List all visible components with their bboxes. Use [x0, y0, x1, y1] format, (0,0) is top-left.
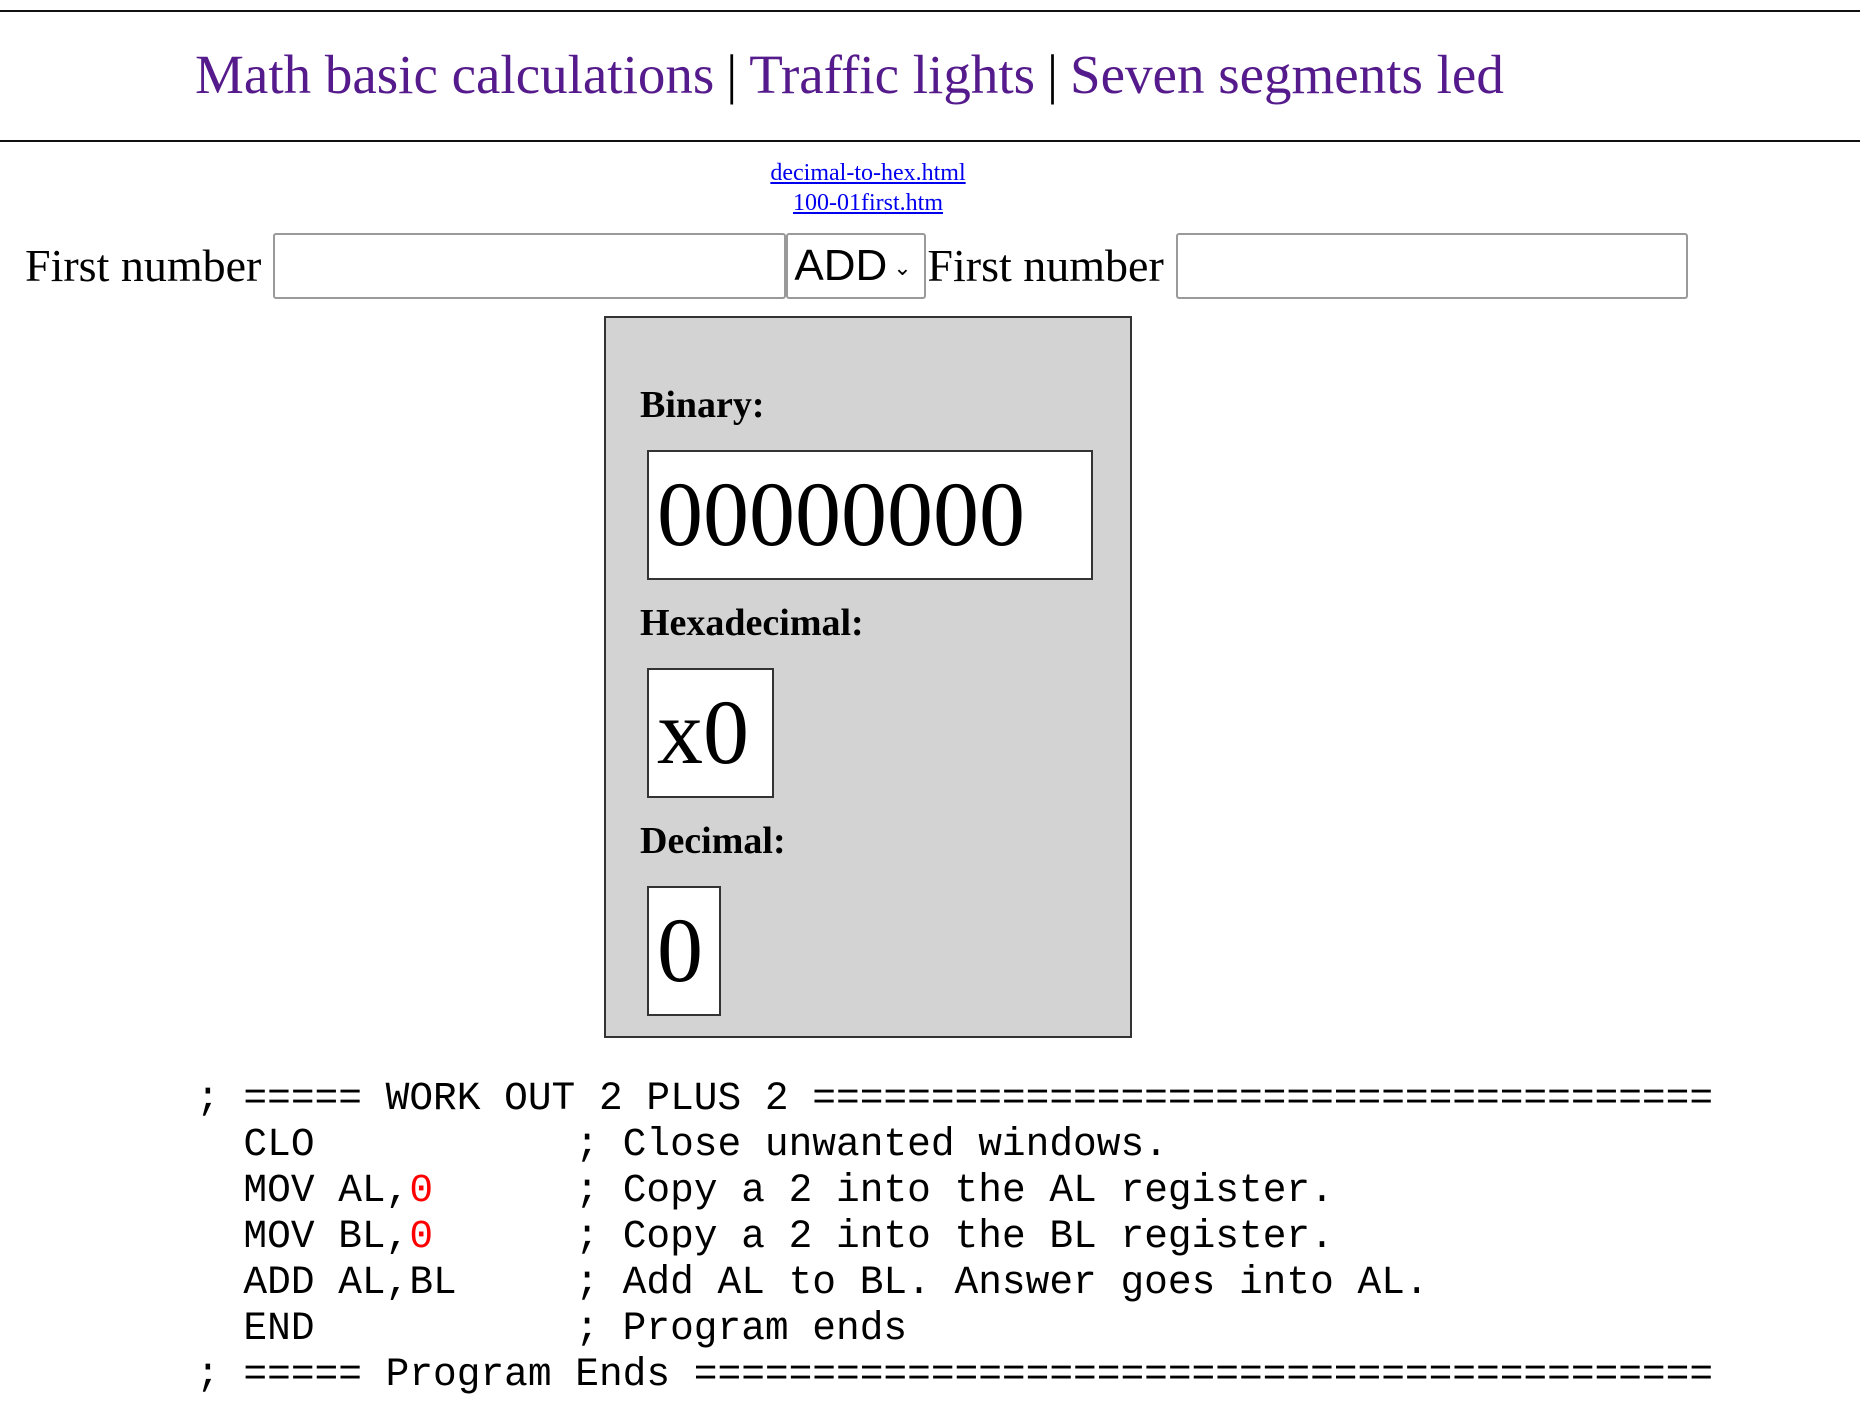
- operator-selected-value: ADD: [794, 241, 888, 290]
- code-comment: ; Program ends: [575, 1306, 908, 1351]
- code-comment: ; Copy a 2 into the BL register.: [575, 1214, 1334, 1259]
- nav-link-seven-segments-led[interactable]: Seven segments led: [1070, 44, 1504, 105]
- nav-separator: |: [726, 44, 738, 105]
- nav-bottom-divider: [0, 140, 1860, 142]
- page: Math basic calculations | Traffic lights | S…: [0, 0, 1860, 1416]
- decimal-output: 0: [647, 886, 721, 1016]
- second-number-label: First number: [927, 240, 1164, 291]
- nav-link-math-basic-calculations[interactable]: Math basic calculations: [195, 44, 714, 105]
- code-comment: ; Close unwanted windows.: [575, 1122, 1168, 1167]
- binary-label: Binary:: [640, 384, 765, 426]
- al-operand-value: 0: [409, 1168, 434, 1213]
- top-divider: [0, 10, 1860, 12]
- operator-select[interactable]: ADD ⌄: [786, 233, 927, 299]
- file-links: decimal-to-hex.html 100-01first.htm: [0, 158, 1736, 218]
- code-instruction: MOV BL,: [196, 1214, 410, 1259]
- decimal-to-hex-link[interactable]: decimal-to-hex.html: [0, 158, 1736, 188]
- code-instruction: MOV AL,: [196, 1168, 410, 1213]
- code-header-line: ; ===== WORK OUT 2 PLUS 2 ==============…: [196, 1076, 1714, 1121]
- assembly-code-listing: ; ===== WORK OUT 2 PLUS 2 ==============…: [196, 1076, 1713, 1398]
- code-instruction: ADD AL,BL: [196, 1260, 576, 1305]
- code-footer-line: ; ===== Program Ends ===================…: [196, 1352, 1714, 1397]
- bl-operand-value: 0: [409, 1214, 434, 1259]
- hexadecimal-label: Hexadecimal:: [640, 602, 864, 644]
- binary-output: 00000000: [647, 450, 1093, 580]
- nav-link-traffic-lights[interactable]: Traffic lights: [749, 44, 1035, 105]
- first-number-input[interactable]: [273, 233, 787, 299]
- first-number-label: First number: [25, 240, 262, 291]
- top-navigation: Math basic calculations | Traffic lights | S…: [195, 42, 1504, 108]
- decimal-label: Decimal:: [640, 820, 786, 862]
- code-comment: ; Copy a 2 into the AL register.: [575, 1168, 1334, 1213]
- code-padding: [433, 1168, 575, 1213]
- code-comment: ; Add AL to BL. Answer goes into AL.: [575, 1260, 1429, 1305]
- second-number-input[interactable]: [1175, 233, 1688, 299]
- chevron-down-icon: ⌄: [893, 255, 912, 280]
- code-padding: [433, 1214, 575, 1259]
- hexadecimal-output: x0: [647, 668, 774, 798]
- results-panel: Binary: 00000000 Hexadecimal: x0 Decimal…: [604, 316, 1132, 1038]
- code-instruction: END: [196, 1306, 576, 1351]
- nav-separator: |: [1047, 44, 1059, 105]
- calculator-form: First number ADD ⌄ First number: [25, 232, 1688, 300]
- code-instruction: CLO: [196, 1122, 576, 1167]
- first-htm-link[interactable]: 100-01first.htm: [0, 188, 1736, 218]
